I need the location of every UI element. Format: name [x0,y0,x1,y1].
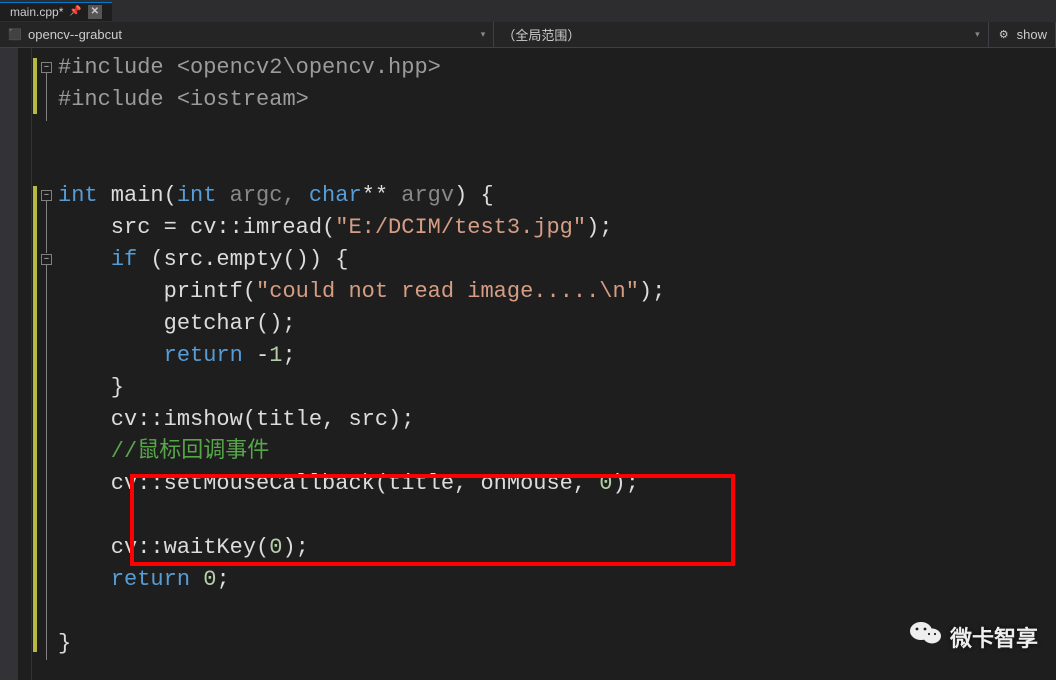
wechat-icon [910,619,942,654]
change-bar [33,58,37,114]
outline-guide [46,265,47,660]
watermark: 微卡智享 [910,619,1038,654]
scope-selector[interactable]: （全局范围） ▾ [494,22,988,47]
project-icon: ⬛ [8,28,22,42]
member-name: show [1017,27,1047,42]
code-content[interactable]: #include <opencv2\opencv.hpp> #include <… [54,48,1056,680]
tab-title: main.cpp* [10,5,63,19]
file-tab-active[interactable]: main.cpp* 📌 ✕ [0,2,112,21]
collapse-toggle[interactable]: – [41,190,52,201]
close-icon[interactable]: ✕ [88,5,102,19]
project-name: opencv--grabcut [28,27,122,42]
member-selector[interactable]: ⚙ show [989,22,1056,47]
outline-guide [46,73,47,121]
collapse-toggle[interactable]: – [41,254,52,265]
scope-label: （全局范围） [502,25,580,44]
overview-margin [0,48,18,680]
change-bar [33,186,37,652]
collapse-toggle[interactable]: – [41,62,52,73]
pin-icon[interactable]: 📌 [69,6,81,17]
navigation-bar: ⬛ opencv--grabcut ▾ （全局范围） ▾ ⚙ show [0,22,1056,48]
project-selector[interactable]: ⬛ opencv--grabcut ▾ [0,22,494,47]
indicator-margin [18,48,32,680]
function-icon: ⚙ [997,28,1011,42]
tab-bar: main.cpp* 📌 ✕ [0,0,1056,22]
watermark-text: 微卡智享 [950,621,1038,653]
chevron-down-icon: ▾ [975,29,980,40]
chevron-down-icon: ▾ [481,29,486,40]
outline-guide [46,201,47,253]
change-tracking-margin [32,48,40,680]
code-editor[interactable]: – – – #include <opencv2\opencv.hpp> #inc… [0,48,1056,680]
outlining-margin: – – – [40,48,54,680]
